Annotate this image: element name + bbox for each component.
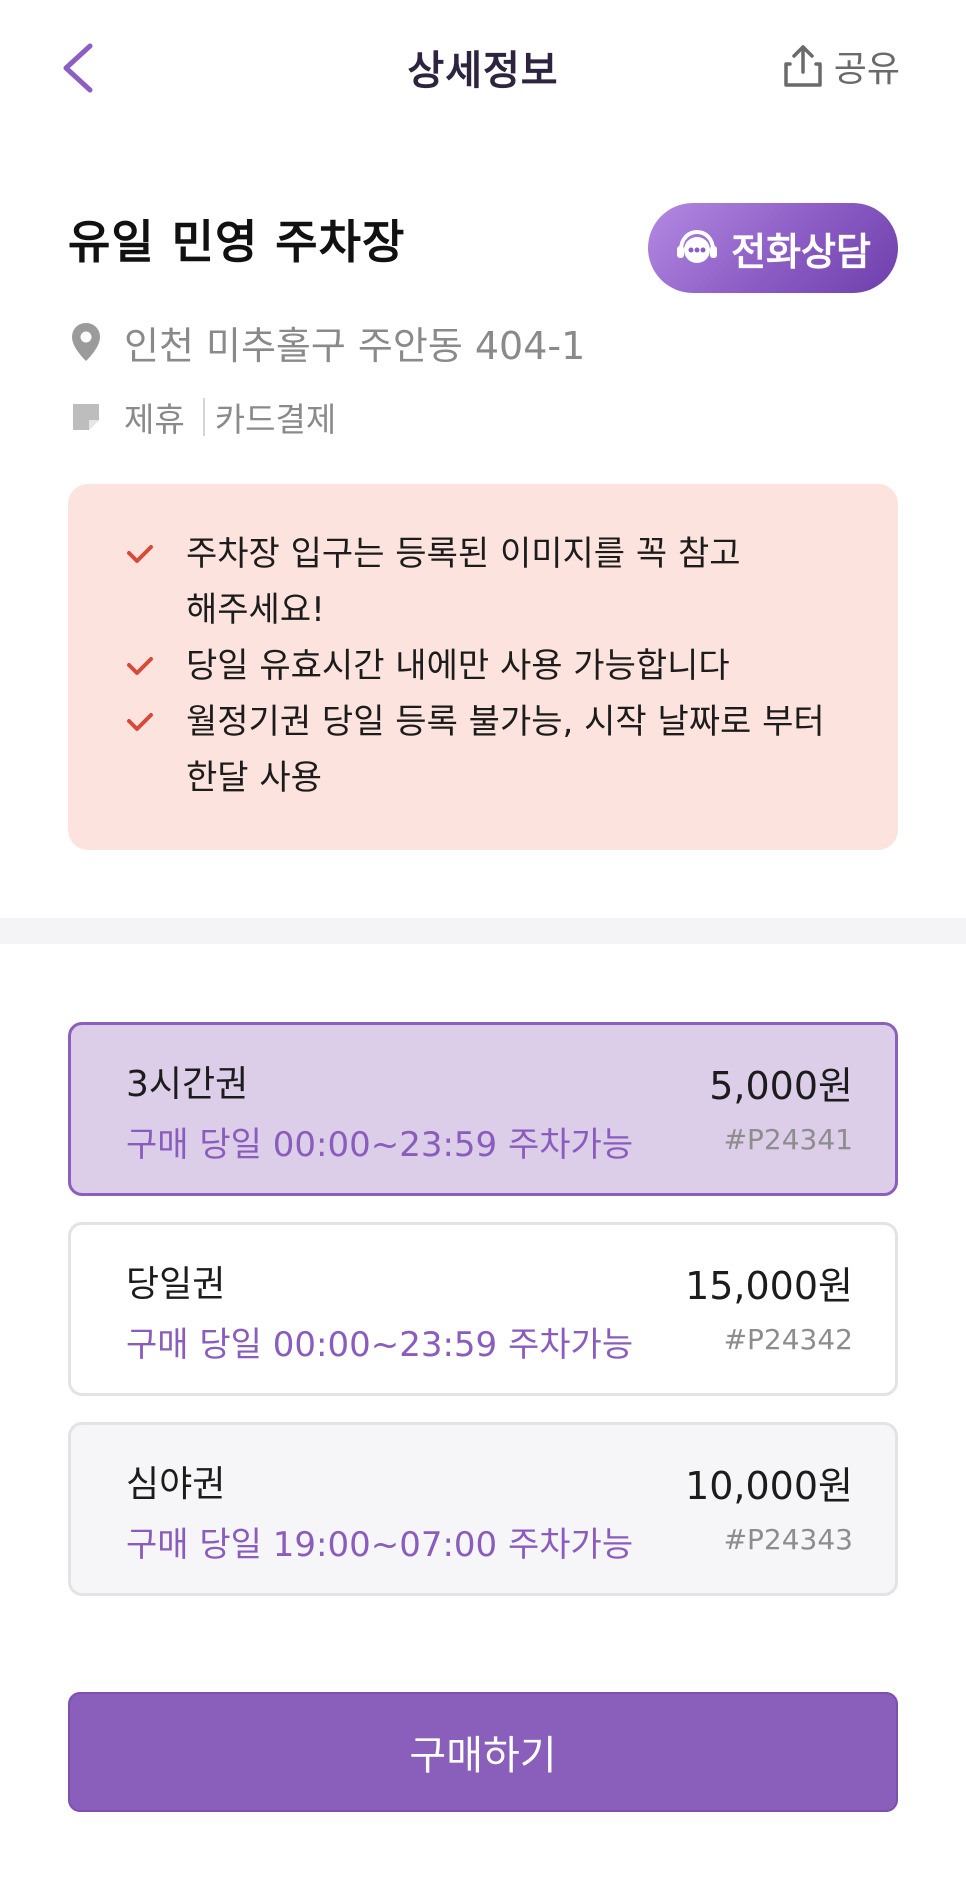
ticket-price: 15,000원 — [685, 1264, 853, 1308]
ticket-option-night[interactable]: 심야권 10,000원 구매 당일 19:00~07:00 주차가능 #P243… — [68, 1422, 898, 1596]
tag-divider — [202, 398, 205, 436]
ticket-list[interactable]: 3시간권 5,000원 구매 당일 00:00~23:59 주차가능 #P243… — [68, 1022, 898, 1606]
check-icon — [126, 526, 162, 582]
notice-item: 월정기권 당일 등록 불가능, 시작 날짜로 부터 한달 사용 — [126, 694, 848, 806]
call-consult-button[interactable]: 전화상담 — [648, 203, 898, 293]
notice-item: 주차장 입구는 등록된 이미지를 꼭 참고해주세요! — [126, 526, 848, 638]
tag-card-payment: 카드결제 — [214, 400, 337, 439]
headset-chat-icon — [677, 229, 718, 263]
ticket-code: #P24343 — [723, 1523, 853, 1556]
share-label: 공유 — [833, 49, 900, 90]
tags-row: 제휴 카드결제 — [70, 393, 336, 441]
check-icon — [126, 694, 162, 750]
tag-partner: 제휴 — [124, 400, 185, 439]
notice-text: 주차장 입구는 등록된 이미지를 꼭 참고해주세요! — [186, 534, 741, 630]
ticket-price: 10,000원 — [685, 1464, 853, 1508]
location-pin-icon — [72, 323, 100, 361]
check-icon — [126, 638, 162, 694]
notice-text: 월정기권 당일 등록 불가능, 시작 날짜로 부터 한달 사용 — [186, 702, 825, 798]
ticket-description: 구매 당일 00:00~23:59 주차가능 — [126, 1125, 634, 1165]
ticket-name: 3시간권 — [126, 1064, 249, 1105]
ticket-code: #P24341 — [723, 1123, 853, 1156]
ticket-option-day[interactable]: 당일권 15,000원 구매 당일 00:00~23:59 주차가능 #P243… — [68, 1222, 898, 1396]
parking-lot-name: 유일 민영 주차장 — [68, 215, 406, 269]
call-consult-label: 전화상담 — [731, 229, 871, 274]
ticket-code: #P24342 — [723, 1323, 853, 1356]
ticket-name: 심야권 — [126, 1464, 226, 1505]
ticket-description: 구매 당일 00:00~23:59 주차가능 — [126, 1325, 634, 1365]
ticket-price: 5,000원 — [709, 1064, 853, 1108]
notice-item: 당일 유효시간 내에만 사용 가능합니다 — [126, 638, 848, 694]
share-button[interactable]: 공유 — [782, 40, 900, 92]
notice-text: 당일 유효시간 내에만 사용 가능합니다 — [186, 646, 730, 686]
address-row: 인천 미추홀구 주안동 404-1 — [70, 315, 585, 369]
ticket-option-3hour[interactable]: 3시간권 5,000원 구매 당일 00:00~23:59 주차가능 #P243… — [68, 1022, 898, 1196]
ticket-name: 당일권 — [126, 1264, 226, 1305]
ticket-description: 구매 당일 19:00~07:00 주차가능 — [126, 1525, 634, 1565]
share-upload-icon — [784, 45, 822, 87]
notice-box: 주차장 입구는 등록된 이미지를 꼭 참고해주세요! 당일 유효시간 내에만 사… — [68, 484, 898, 850]
top-bar: 상세정보 공유 — [0, 0, 966, 140]
address-text: 인천 미추홀구 주안동 404-1 — [124, 323, 586, 368]
sticky-note-icon — [73, 404, 99, 430]
section-divider — [0, 918, 966, 944]
purchase-button[interactable]: 구매하기 — [68, 1692, 898, 1812]
